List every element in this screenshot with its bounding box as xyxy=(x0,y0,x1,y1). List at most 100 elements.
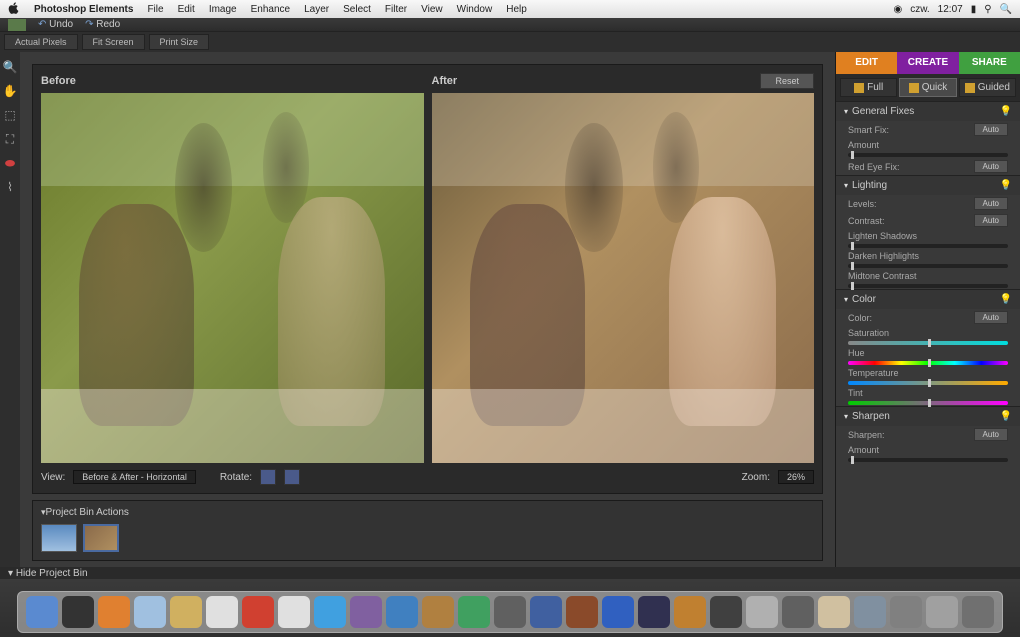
bin-thumb[interactable] xyxy=(83,524,119,552)
color-auto-button[interactable]: Auto xyxy=(974,311,1008,324)
saturation-slider[interactable] xyxy=(848,341,1008,345)
actual-pixels-button[interactable]: Actual Pixels xyxy=(4,34,78,50)
temperature-slider[interactable] xyxy=(848,381,1008,385)
dock-app-icon[interactable] xyxy=(170,596,202,628)
after-label: After xyxy=(432,75,458,87)
redo-button[interactable]: ↷ Redo xyxy=(85,19,120,30)
before-image[interactable] xyxy=(41,93,424,463)
apple-icon[interactable] xyxy=(8,2,20,17)
dock-app-icon[interactable] xyxy=(386,596,418,628)
tint-slider[interactable] xyxy=(848,401,1008,405)
dock-app-icon[interactable] xyxy=(674,596,706,628)
dock-app-icon[interactable] xyxy=(242,596,274,628)
contrast-auto-button[interactable]: Auto xyxy=(974,214,1008,227)
amount-slider[interactable] xyxy=(848,153,1008,157)
sharpen-auto-button[interactable]: Auto xyxy=(974,428,1008,441)
section-header[interactable]: Lighting💡 xyxy=(836,176,1020,195)
dock-app-icon[interactable] xyxy=(314,596,346,628)
menu-help[interactable]: Help xyxy=(506,4,527,15)
dock-app-icon[interactable] xyxy=(962,596,994,628)
dock-app-icon[interactable] xyxy=(26,596,58,628)
status-icon[interactable]: ◉ xyxy=(893,4,902,15)
full-icon xyxy=(854,83,864,93)
section-header[interactable]: Sharpen💡 xyxy=(836,407,1020,426)
tip-icon[interactable]: 💡 xyxy=(1000,106,1012,117)
section-header[interactable]: Color💡 xyxy=(836,290,1020,309)
bluetooth-icon[interactable]: ⚲ xyxy=(984,4,991,15)
macos-dock xyxy=(0,579,1020,637)
dock-app-icon[interactable] xyxy=(818,596,850,628)
after-image[interactable] xyxy=(432,93,815,463)
menu-file[interactable]: File xyxy=(147,4,163,15)
dock-app-icon[interactable] xyxy=(62,596,94,628)
tip-icon[interactable]: 💡 xyxy=(1000,411,1012,422)
dock-app-icon[interactable] xyxy=(638,596,670,628)
reset-button[interactable]: Reset xyxy=(760,73,814,89)
rotate-ccw-icon[interactable] xyxy=(260,469,276,485)
dock-app-icon[interactable] xyxy=(890,596,922,628)
sharpen-slider[interactable] xyxy=(848,458,1008,462)
dock-app-icon[interactable] xyxy=(782,596,814,628)
print-size-button[interactable]: Print Size xyxy=(149,34,210,50)
dock-app-icon[interactable] xyxy=(926,596,958,628)
app-name[interactable]: Photoshop Elements xyxy=(34,4,133,15)
dock-app-icon[interactable] xyxy=(530,596,562,628)
hide-bin-button[interactable]: ▾ Hide Project Bin xyxy=(8,568,88,579)
hand-tool-icon[interactable]: ✋ xyxy=(3,84,17,98)
selection-tool-icon[interactable]: ⬚ xyxy=(3,108,17,122)
smart-fix-label: Smart Fix: xyxy=(848,125,970,135)
dock-app-icon[interactable] xyxy=(98,596,130,628)
dock-app-icon[interactable] xyxy=(206,596,238,628)
midtone-slider[interactable] xyxy=(848,284,1008,288)
mode-quick[interactable]: Quick xyxy=(899,78,956,97)
undo-button[interactable]: ↶ Undo xyxy=(38,19,73,30)
brush-tool-icon[interactable]: ⌇ xyxy=(3,180,17,194)
section-header[interactable]: General Fixes💡 xyxy=(836,102,1020,121)
zoom-value[interactable]: 26% xyxy=(778,470,814,484)
dock-app-icon[interactable] xyxy=(350,596,382,628)
menu-window[interactable]: Window xyxy=(457,4,493,15)
battery-icon[interactable]: ▮ xyxy=(971,4,977,15)
dock-app-icon[interactable] xyxy=(422,596,454,628)
tip-icon[interactable]: 💡 xyxy=(1000,294,1012,305)
view-mode-select[interactable]: Before & After - Horizontal xyxy=(73,470,196,484)
hue-slider[interactable] xyxy=(848,361,1008,365)
menu-filter[interactable]: Filter xyxy=(385,4,407,15)
status-footer: ▾ Hide Project Bin xyxy=(0,567,1020,579)
dock-app-icon[interactable] xyxy=(854,596,886,628)
redeye-auto-button[interactable]: Auto xyxy=(974,160,1008,173)
dock-app-icon[interactable] xyxy=(746,596,778,628)
dock-app-icon[interactable] xyxy=(566,596,598,628)
lighten-slider[interactable] xyxy=(848,244,1008,248)
menu-edit[interactable]: Edit xyxy=(178,4,195,15)
document-thumb[interactable] xyxy=(8,19,26,31)
zoom-tool-icon[interactable]: 🔍 xyxy=(3,60,17,74)
bin-thumb[interactable] xyxy=(41,524,77,552)
dock-app-icon[interactable] xyxy=(710,596,742,628)
rotate-cw-icon[interactable] xyxy=(284,469,300,485)
darken-slider[interactable] xyxy=(848,264,1008,268)
tab-create[interactable]: CREATE xyxy=(897,52,958,74)
menu-image[interactable]: Image xyxy=(209,4,237,15)
dock-app-icon[interactable] xyxy=(278,596,310,628)
mode-full[interactable]: Full xyxy=(840,78,897,97)
menu-enhance[interactable]: Enhance xyxy=(251,4,290,15)
dock-app-icon[interactable] xyxy=(494,596,526,628)
dock-app-icon[interactable] xyxy=(134,596,166,628)
smart-fix-auto-button[interactable]: Auto xyxy=(974,123,1008,136)
spotlight-icon[interactable]: 🔍 xyxy=(1000,4,1012,15)
fit-screen-button[interactable]: Fit Screen xyxy=(82,34,145,50)
dock-app-icon[interactable] xyxy=(602,596,634,628)
crop-tool-icon[interactable]: ⛶ xyxy=(3,132,17,146)
levels-auto-button[interactable]: Auto xyxy=(974,197,1008,210)
tab-share[interactable]: SHARE xyxy=(959,52,1020,74)
tip-icon[interactable]: 💡 xyxy=(1000,180,1012,191)
menu-view[interactable]: View xyxy=(421,4,443,15)
menu-layer[interactable]: Layer xyxy=(304,4,329,15)
bin-header[interactable]: ▾ Project Bin Actions xyxy=(37,505,818,520)
menu-select[interactable]: Select xyxy=(343,4,371,15)
mode-guided[interactable]: Guided xyxy=(959,78,1016,97)
tab-edit[interactable]: EDIT xyxy=(836,52,897,74)
dock-app-icon[interactable] xyxy=(458,596,490,628)
redeye-tool-icon[interactable]: ⬬ xyxy=(3,156,17,170)
